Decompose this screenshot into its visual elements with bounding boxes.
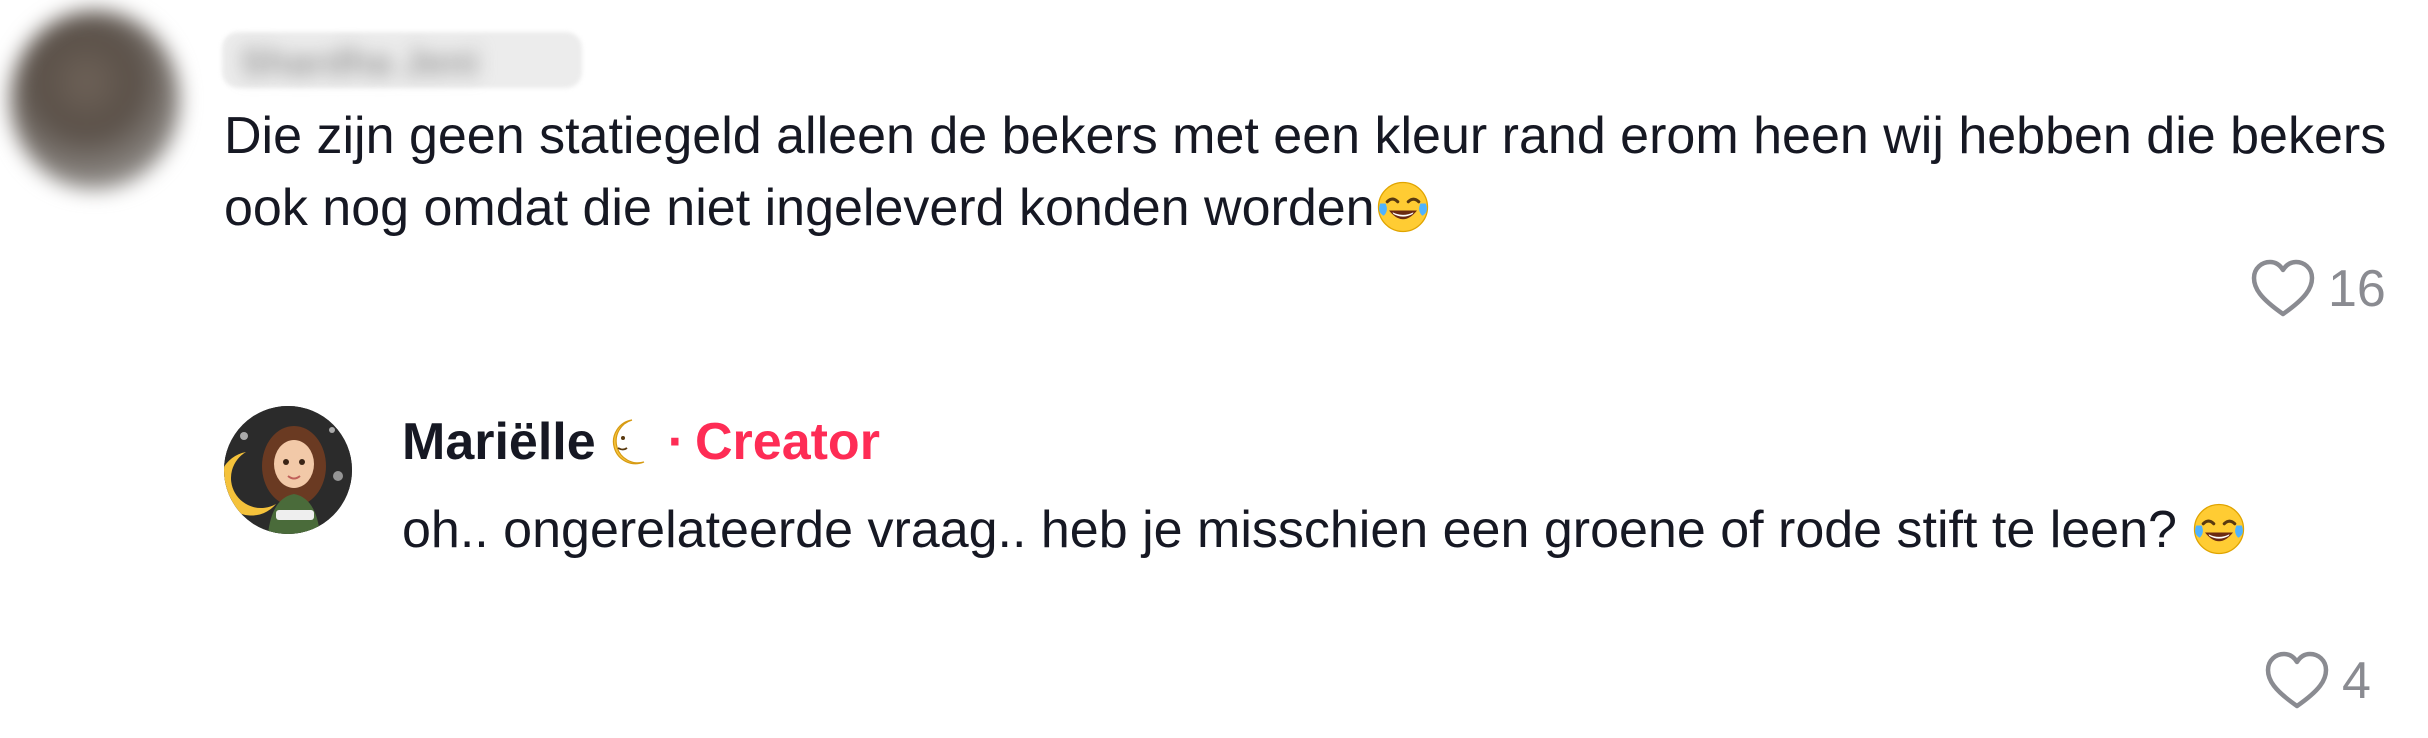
crescent-moon-icon (612, 419, 644, 465)
face-with-tears-of-joy-icon (2191, 501, 2247, 557)
comment-body: Die zijn geen statiegeld alleen de beker… (224, 107, 2387, 237)
reply-body: oh.. ongerelateerde vraag.. heb je missc… (402, 501, 2192, 559)
commenter-username[interactable]: Shardha Jeni (222, 24, 582, 94)
commenter-avatar[interactable] (10, 10, 180, 190)
creator-avatar-image (224, 406, 352, 534)
reply-header: Mariëlle · Creator (402, 412, 880, 472)
reply-text: oh.. ongerelateerde vraag.. heb je missc… (402, 494, 2352, 566)
avatar[interactable] (224, 406, 352, 534)
commenter-username-text: Shardha Jeni (240, 42, 479, 84)
comment-like-button[interactable]: 16 (2250, 258, 2386, 320)
face-with-tears-of-joy-icon (1375, 179, 1431, 235)
comment-text: Die zijn geen statiegeld alleen de beker… (224, 100, 2404, 244)
heart-icon[interactable] (2250, 258, 2316, 320)
comment-item: Shardha Jeni Die zijn geen statiegeld al… (0, 0, 2428, 360)
creator-separator: · (667, 413, 685, 471)
creator-username[interactable]: Mariëlle (402, 412, 596, 472)
like-count: 16 (2328, 260, 2386, 318)
reply-like-button[interactable]: 4 (2264, 650, 2371, 712)
like-count: 4 (2342, 652, 2371, 710)
creator-badge: Creator (694, 413, 880, 471)
heart-icon[interactable] (2264, 650, 2330, 712)
